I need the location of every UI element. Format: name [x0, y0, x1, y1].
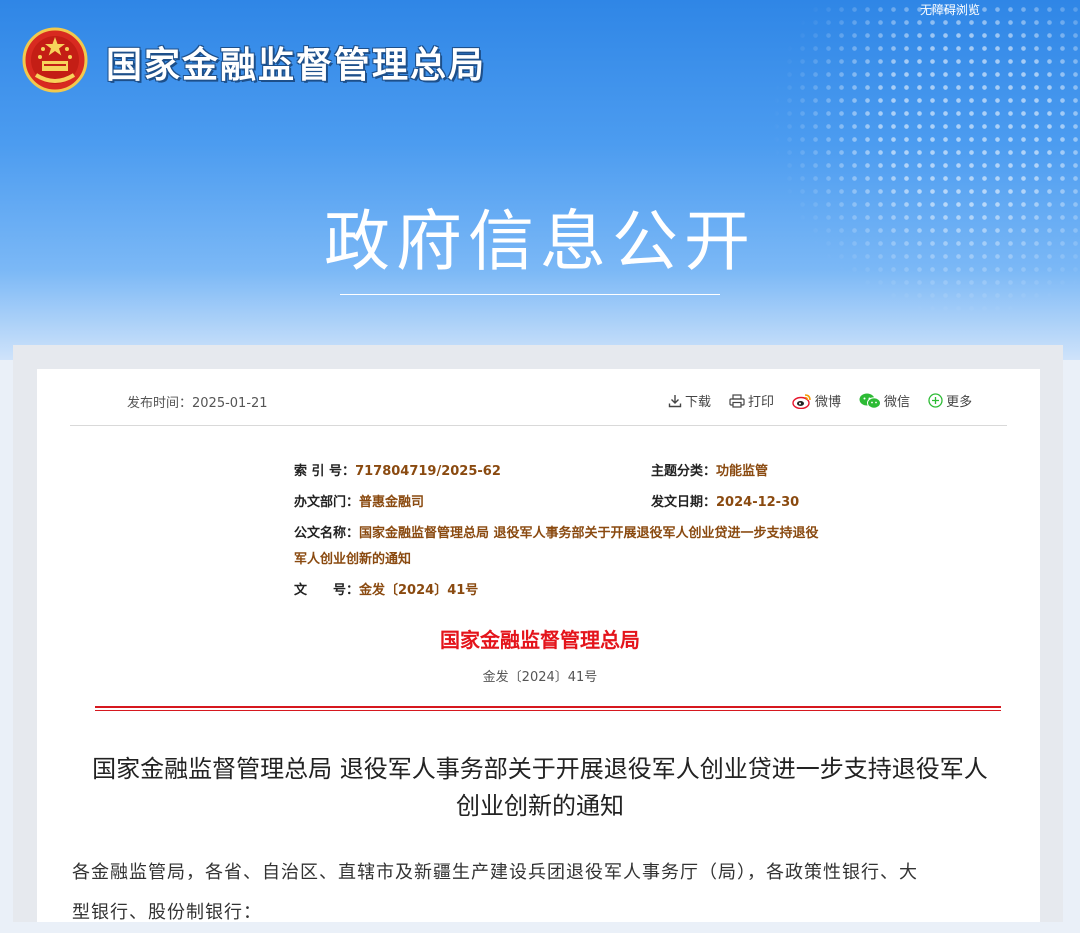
- meta-category: 主题分类：功能监管: [651, 460, 768, 479]
- plus-circle-icon: [928, 393, 943, 408]
- publish-date-value: 2025-01-21: [192, 396, 268, 411]
- meta-department: 办文部门：普惠金融司: [294, 491, 424, 510]
- red-header-rule: [95, 706, 1001, 708]
- printer-icon: [729, 393, 745, 408]
- meta-value: 军人创业创新的通知: [294, 552, 412, 567]
- download-button[interactable]: 下载: [668, 391, 711, 410]
- weibo-icon: [792, 393, 811, 409]
- meta-index-number: 索 引 号：717804719/2025-62: [294, 460, 501, 479]
- meta-document-name-cont: 军人创业创新的通知: [294, 548, 411, 567]
- header-banner: 无障碍浏览 国家金融监督管理总局 政府信息公开: [0, 0, 1080, 360]
- meta-label: 办文部门：: [294, 495, 360, 510]
- meta-label: 公文名称：: [294, 526, 360, 541]
- toolbar-divider: [70, 425, 1007, 426]
- download-icon: [668, 394, 682, 407]
- wechat-label: 微信: [884, 395, 911, 410]
- print-label: 打印: [748, 395, 775, 410]
- document-salutation: 各金融监管局，各省、自治区、直辖市及新疆生产建设兵团退役军人事务厅（局），各政策…: [72, 853, 1007, 933]
- share-wechat-button[interactable]: 微信: [859, 391, 910, 410]
- meta-document-number: 文 号：金发〔2024〕41号: [294, 579, 478, 598]
- red-header-rule-thin: [95, 710, 1001, 711]
- meta-document-name: 公文名称：国家金融监督管理总局 退役军人事务部关于开展退役军人创业贷进一步支持退…: [294, 522, 819, 541]
- meta-value: 金发〔2024〕41号: [359, 583, 479, 598]
- document-issuer: 国家金融监督管理总局: [440, 628, 640, 652]
- page-banner-title: 政府信息公开: [324, 203, 756, 280]
- publish-date-label: 发布时间：: [127, 396, 193, 411]
- share-more-button[interactable]: 更多: [928, 391, 972, 410]
- org-name[interactable]: 国家金融监督管理总局: [106, 36, 486, 88]
- meta-value: 功能监管: [716, 464, 769, 479]
- accessibility-link[interactable]: 无障碍浏览: [920, 1, 980, 18]
- meta-label: 文 号：: [294, 583, 360, 598]
- print-button[interactable]: 打印: [729, 391, 774, 410]
- document-title-line: 创业创新的通知: [456, 792, 624, 820]
- publish-date: 发布时间：2025-01-21: [127, 392, 268, 411]
- salutation-line: 型银行、股份制银行：: [72, 902, 262, 923]
- share-weibo-button[interactable]: 微博: [792, 391, 841, 410]
- wechat-icon: [859, 393, 882, 409]
- meta-label: 索 引 号：: [294, 464, 356, 479]
- document-number: 金发〔2024〕41号: [482, 670, 598, 685]
- document-title: 国家金融监督管理总局 退役军人事务部关于开展退役军人创业贷进一步支持退役军人 创…: [70, 751, 1010, 825]
- meta-value: 717804719/2025-62: [355, 464, 501, 479]
- document-title-line: 国家金融监督管理总局 退役军人事务部关于开展退役军人创业贷进一步支持退役军人: [92, 755, 988, 783]
- meta-label: 发文日期：: [651, 495, 717, 510]
- banner-underline: [340, 294, 720, 295]
- more-label: 更多: [946, 395, 973, 410]
- salutation-line: 各金融监管局，各省、自治区、直辖市及新疆生产建设兵团退役军人事务厅（局），各政策…: [72, 862, 918, 883]
- meta-value: 普惠金融司: [359, 495, 425, 510]
- meta-value: 2024-12-30: [716, 495, 800, 510]
- national-emblem-icon: [22, 27, 88, 93]
- article-toolbar: 下载 打印 微博 微信 更多: [668, 391, 982, 410]
- download-label: 下载: [685, 395, 712, 410]
- meta-value: 国家金融监督管理总局 退役军人事务部关于开展退役军人创业贷进一步支持退役: [359, 526, 819, 541]
- meta-label: 主题分类：: [651, 464, 717, 479]
- weibo-label: 微博: [815, 395, 842, 410]
- meta-issue-date: 发文日期：2024-12-30: [651, 491, 799, 510]
